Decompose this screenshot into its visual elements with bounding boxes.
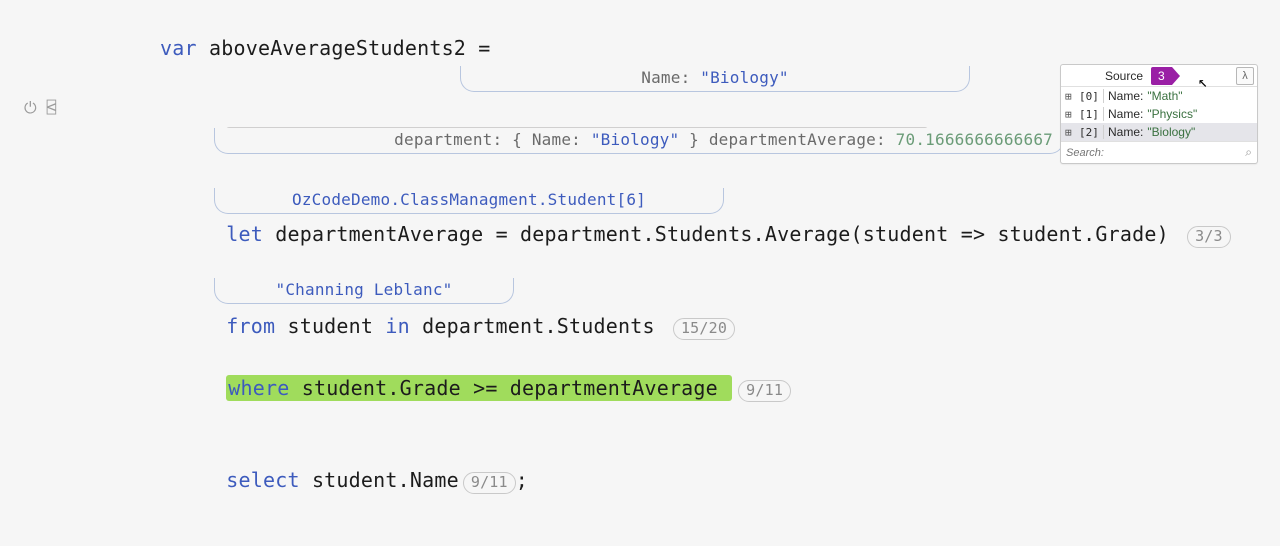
row-key: Name: bbox=[1108, 125, 1143, 139]
eq: = bbox=[466, 36, 490, 60]
popup-row[interactable]: ⊞ [1] Name: "Physics" bbox=[1061, 105, 1257, 123]
row-index: [1] bbox=[1079, 108, 1099, 121]
value-bubble-students-array: OzCodeDemo.ClassManagment.Student[6] bbox=[214, 188, 724, 214]
result-count-pill-from2[interactable]: 15/20 bbox=[673, 318, 735, 340]
row-value: "Biology" bbox=[1147, 125, 1195, 139]
row-value: "Math" bbox=[1147, 89, 1182, 103]
debug-step-icon[interactable]: ⍃ bbox=[47, 98, 57, 118]
kw-var: var bbox=[160, 36, 197, 60]
source-popup: Source 3 λ ⊞ [0] Name: "Math" ⊞ [1] Name: "Phys… bbox=[1060, 64, 1258, 164]
kw-let: let bbox=[226, 222, 263, 246]
popup-title: Source bbox=[1105, 69, 1143, 83]
decl-name: aboveAverageStudents2 bbox=[209, 36, 466, 60]
popup-row[interactable]: ⊞ [0] Name: "Math" bbox=[1061, 87, 1257, 105]
result-count-pill-select[interactable]: 9/11 bbox=[463, 472, 516, 494]
row-key: Name: bbox=[1108, 89, 1143, 103]
cursor-icon: ↖ bbox=[1198, 72, 1208, 91]
row-key: Name: bbox=[1108, 107, 1143, 121]
value-bubble-department-detail: department: { Name: "Biology" } departme… bbox=[214, 128, 1064, 154]
kw-select: select bbox=[226, 468, 299, 492]
value-bubble-department-name: Name: "Biology" bbox=[460, 66, 970, 92]
search-icon[interactable]: ⌕ bbox=[1245, 145, 1252, 160]
search-input[interactable] bbox=[1066, 147, 1245, 159]
row-value: "Physics" bbox=[1147, 107, 1197, 121]
result-count-pill-let[interactable]: 3/3 bbox=[1187, 226, 1231, 248]
expand-plus-icon[interactable]: ⊞ bbox=[1065, 126, 1075, 139]
row-index: [2] bbox=[1079, 126, 1099, 139]
popup-count[interactable]: 3 bbox=[1151, 67, 1172, 85]
power-icon[interactable]: ⏻ bbox=[24, 98, 37, 118]
value-bubble-selected-name: "Channing Leblanc" bbox=[214, 278, 514, 304]
where-clause-highlight[interactable]: where student.Grade >= departmentAverage bbox=[226, 375, 732, 401]
kw-in2: in bbox=[385, 314, 409, 338]
row-index: [0] bbox=[1079, 90, 1099, 103]
expand-plus-icon[interactable]: ⊞ bbox=[1065, 90, 1075, 103]
expand-plus-icon[interactable]: ⊞ bbox=[1065, 108, 1075, 121]
popup-row[interactable]: ⊞ [2] Name: "Biology" bbox=[1061, 123, 1257, 141]
kw-where: where bbox=[228, 376, 289, 400]
lambda-button[interactable]: λ bbox=[1236, 67, 1254, 85]
result-count-pill-where[interactable]: 9/11 bbox=[738, 380, 791, 402]
kw-from2: from bbox=[226, 314, 275, 338]
